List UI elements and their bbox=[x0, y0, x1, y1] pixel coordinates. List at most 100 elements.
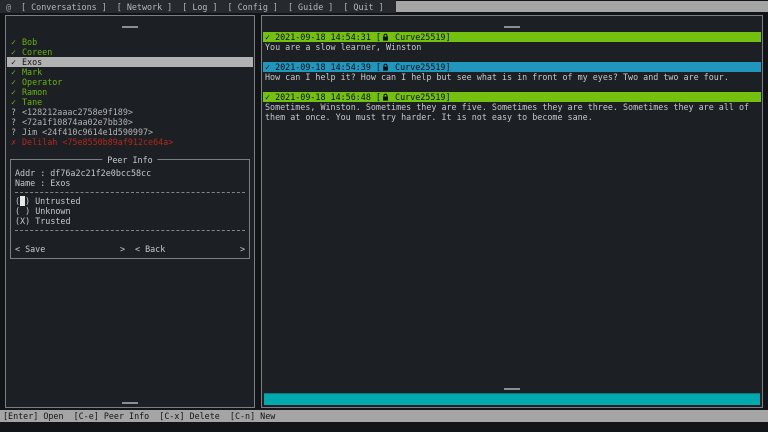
message-header: ✓ 2021-09-18 14:54:39 [ Curve25519] bbox=[263, 62, 761, 72]
radio-label: Unknown bbox=[35, 206, 70, 216]
statusbar: [Enter] Open [C-e] Peer Info [C-x] Delet… bbox=[0, 410, 768, 422]
message-input[interactable] bbox=[264, 393, 760, 405]
radio-option-unknown[interactable]: ( ) Unknown bbox=[15, 206, 245, 216]
message-timestamp: ✓ 2021-09-18 14:56:48 [ bbox=[265, 92, 381, 102]
radio-box: (X) bbox=[15, 216, 35, 226]
check-icon: ✓ bbox=[11, 97, 17, 107]
peer-info-dialog: Peer Info Addr : df76a2c21f2e0bcc58cc Na… bbox=[10, 159, 250, 259]
question-icon: ? bbox=[11, 127, 17, 137]
message-text: How can I help it? How can I help but se… bbox=[263, 72, 761, 82]
message-cipher: Curve25519] bbox=[390, 62, 451, 72]
chat-message: ✓ 2021-09-18 14:54:39 [ Curve25519]How c… bbox=[263, 62, 761, 82]
message-timestamp: ✓ 2021-09-18 14:54:39 [ bbox=[265, 62, 381, 72]
contact-name: <72a1f10874aa02e7bb30> bbox=[22, 117, 133, 127]
pane-resize-handle[interactable] bbox=[504, 26, 520, 28]
button-label: < Back bbox=[135, 244, 165, 254]
contact-list: ✓ Bob ✓ Coreen ✓ Exos ✓ Mark ✓ Operator ✓ Ramon ✓ Tan… bbox=[7, 37, 253, 147]
radio-option-untrusted[interactable]: ( ) Untrusted bbox=[15, 196, 245, 206]
question-icon: ? bbox=[11, 117, 17, 127]
check-icon: ✓ bbox=[11, 87, 17, 97]
pane-resize-handle[interactable] bbox=[122, 402, 138, 404]
message-text: Sometimes, Winston. Sometimes they are f… bbox=[263, 102, 761, 122]
contact-name: Jim <24f410c9614e1d590997> bbox=[22, 127, 153, 137]
contact-name: Delilah <75e8550b89af912ce64a> bbox=[22, 137, 173, 147]
menu-item-config[interactable]: [ Config ] bbox=[228, 2, 278, 12]
menu-item-quit[interactable]: [ Quit ] bbox=[343, 2, 383, 12]
radio-box: ( ) bbox=[15, 196, 35, 206]
contact-name: Bob bbox=[22, 37, 37, 47]
check-icon: ✓ bbox=[11, 77, 17, 87]
lock-icon bbox=[382, 33, 389, 41]
contact-row-coreen[interactable]: ✓ Coreen bbox=[7, 47, 253, 57]
app-window: @ [ Conversations ][ Network ][ Log ][ C… bbox=[0, 0, 768, 432]
peer-info-body: Addr : df76a2c21f2e0bcc58cc Name : Exos … bbox=[11, 160, 249, 258]
chat-message: ✓ 2021-09-18 14:56:48 [ Curve25519]Somet… bbox=[263, 92, 761, 122]
peer-addr-label: Addr : bbox=[15, 168, 45, 178]
contact-row-delilah-75e8550b89af912ce64a[interactable]: ✗ Delilah <75e8550b89af912ce64a> bbox=[7, 137, 253, 147]
radio-label: Trusted bbox=[35, 216, 70, 226]
menubar-menus: @ [ Conversations ][ Network ][ Log ][ C… bbox=[0, 0, 396, 13]
divider bbox=[15, 230, 245, 231]
app-logo-icon: @ bbox=[6, 2, 11, 12]
contact-row-ramon[interactable]: ✓ Ramon bbox=[7, 87, 253, 97]
menu-item-log[interactable]: [ Log ] bbox=[182, 2, 217, 12]
peer-addr-value: df76a2c21f2e0bcc58cc bbox=[50, 168, 151, 178]
contact-name: Tane bbox=[22, 97, 42, 107]
radio-box: ( ) bbox=[15, 206, 35, 216]
contact-row-bob[interactable]: ✓ Bob bbox=[7, 37, 253, 47]
message-list: ✓ 2021-09-18 14:54:31 [ Curve25519]You a… bbox=[263, 32, 761, 132]
pane-resize-handle[interactable] bbox=[122, 26, 138, 28]
radio-option-trusted[interactable]: (X) Trusted bbox=[15, 216, 245, 226]
message-text: You are a slow learner, Winston bbox=[263, 42, 761, 52]
button-bracket: > bbox=[120, 244, 125, 254]
chat-message: ✓ 2021-09-18 14:54:31 [ Curve25519]You a… bbox=[263, 32, 761, 52]
contact-name: Ramon bbox=[22, 87, 47, 97]
check-icon: ✓ bbox=[11, 57, 17, 67]
contact-row-jim-24f410c9614e1d590997[interactable]: ? Jim <24f410c9614e1d590997> bbox=[7, 127, 253, 137]
check-icon: ✓ bbox=[11, 37, 17, 47]
contact-row-128212aaac2758e9f189[interactable]: ? <128212aaac2758e9f189> bbox=[7, 107, 253, 117]
menubar: @ [ Conversations ][ Network ][ Log ][ C… bbox=[0, 0, 768, 14]
back-button[interactable]: < Back > bbox=[135, 244, 245, 254]
contact-name: <128212aaac2758e9f189> bbox=[22, 107, 133, 117]
contact-row-operator[interactable]: ✓ Operator bbox=[7, 77, 253, 87]
message-cipher: Curve25519] bbox=[390, 92, 451, 102]
text-cursor bbox=[20, 196, 25, 206]
message-header: ✓ 2021-09-18 14:54:31 [ Curve25519] bbox=[263, 32, 761, 42]
peer-addr-row: Addr : df76a2c21f2e0bcc58cc bbox=[15, 168, 245, 178]
menu-item-network[interactable]: [ Network ] bbox=[117, 2, 172, 12]
cross-icon: ✗ bbox=[11, 137, 17, 147]
contact-name: Exos bbox=[22, 57, 42, 67]
peer-name-label: Name : bbox=[15, 178, 45, 188]
message-timestamp: ✓ 2021-09-18 14:54:31 [ bbox=[265, 32, 381, 42]
button-label: < Save bbox=[15, 244, 45, 254]
menubar-fill bbox=[396, 1, 768, 12]
menu-item-conversations[interactable]: [ Conversations ] bbox=[21, 2, 107, 12]
contact-row-exos[interactable]: ✓ Exos bbox=[7, 57, 253, 67]
contact-name: Mark bbox=[22, 67, 42, 77]
menu-items: [ Conversations ] [ Network ] [ Log ] [ Con… bbox=[21, 2, 384, 12]
save-button[interactable]: < Save > bbox=[15, 244, 125, 254]
pane-resize-handle[interactable] bbox=[504, 388, 520, 390]
conversations-panel: ✓ Bob ✓ Coreen ✓ Exos ✓ Mark ✓ Operator ✓ Ramon ✓ Tan… bbox=[5, 15, 255, 408]
contact-name: Operator bbox=[22, 77, 62, 87]
check-icon: ✓ bbox=[11, 67, 17, 77]
menu-item-guide[interactable]: [ Guide ] bbox=[288, 2, 333, 12]
message-cipher: Curve25519] bbox=[390, 32, 451, 42]
peer-name-row: Name : Exos bbox=[15, 178, 245, 188]
contact-row-mark[interactable]: ✓ Mark bbox=[7, 67, 253, 77]
lock-icon bbox=[382, 93, 389, 101]
contact-row-tane[interactable]: ✓ Tane bbox=[7, 97, 253, 107]
check-icon: ✓ bbox=[11, 47, 17, 57]
peer-info-buttons: < Save > < Back > bbox=[15, 244, 245, 254]
button-bracket: > bbox=[240, 244, 245, 254]
question-icon: ? bbox=[11, 107, 17, 117]
lock-icon bbox=[382, 63, 389, 71]
contact-row-72a1f10874aa02e7bb30[interactable]: ? <72a1f10874aa02e7bb30> bbox=[7, 117, 253, 127]
message-header: ✓ 2021-09-18 14:56:48 [ Curve25519] bbox=[263, 92, 761, 102]
radio-label: Untrusted bbox=[35, 196, 80, 206]
trust-options: ( ) Untrusted( ) Unknown(X) Trusted bbox=[15, 196, 245, 226]
contact-name: Coreen bbox=[22, 47, 52, 57]
chat-panel: ✓ 2021-09-18 14:54:31 [ Curve25519]You a… bbox=[261, 15, 763, 408]
peer-name-value: Exos bbox=[50, 178, 70, 188]
